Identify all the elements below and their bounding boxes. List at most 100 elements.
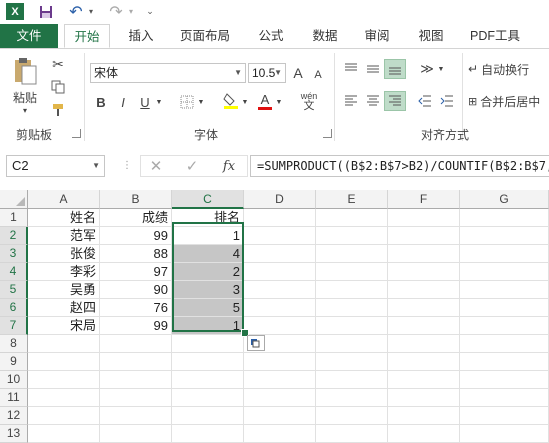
redo-icon[interactable]: ↷ bbox=[106, 3, 126, 21]
row-header[interactable]: 4 bbox=[0, 263, 28, 281]
merge-center-button[interactable]: ⊞ 合并后居中 bbox=[468, 91, 549, 111]
cell-b9[interactable] bbox=[100, 353, 172, 371]
row-header[interactable]: 11 bbox=[0, 389, 28, 407]
cell-d6[interactable] bbox=[244, 299, 316, 317]
increase-indent-icon[interactable] bbox=[436, 91, 458, 111]
enter-icon[interactable]: ✓ bbox=[180, 156, 204, 176]
cell-a2[interactable]: 范军 bbox=[28, 227, 100, 245]
cell-a6[interactable]: 赵四 bbox=[28, 299, 100, 317]
cell-d1[interactable] bbox=[244, 209, 316, 227]
cell-a9[interactable] bbox=[28, 353, 100, 371]
cell-c2[interactable]: 1 bbox=[172, 227, 244, 245]
row-header[interactable]: 8 bbox=[0, 335, 28, 353]
bold-button[interactable]: B bbox=[92, 93, 110, 111]
cell-b12[interactable] bbox=[100, 407, 172, 425]
tab-view[interactable]: 视图 bbox=[410, 24, 452, 48]
cell-f3[interactable] bbox=[388, 245, 460, 263]
cell-b10[interactable] bbox=[100, 371, 172, 389]
cell-g3[interactable] bbox=[460, 245, 549, 263]
column-header-b[interactable]: B bbox=[100, 190, 172, 209]
align-bottom-icon[interactable] bbox=[384, 59, 406, 79]
tab-formulas[interactable]: 公式 bbox=[250, 24, 292, 48]
underline-button[interactable]: U bbox=[136, 93, 154, 111]
cell-c1[interactable]: 排名 bbox=[172, 209, 244, 227]
cell-f1[interactable] bbox=[388, 209, 460, 227]
cell-e4[interactable] bbox=[316, 263, 388, 281]
insert-function-icon[interactable]: fx bbox=[216, 156, 242, 176]
tab-insert[interactable]: 插入 bbox=[118, 24, 164, 48]
align-left-icon[interactable] bbox=[340, 91, 362, 111]
cell-e13[interactable] bbox=[316, 425, 388, 443]
cell-g6[interactable] bbox=[460, 299, 549, 317]
cell-c5[interactable]: 3 bbox=[172, 281, 244, 299]
font-size-dropdown[interactable]: 10.5 ▼ bbox=[248, 63, 286, 83]
increase-font-size-icon[interactable]: A bbox=[290, 63, 306, 83]
row-header[interactable]: 5 bbox=[0, 281, 28, 299]
row-header[interactable]: 13 bbox=[0, 425, 28, 443]
cell-g13[interactable] bbox=[460, 425, 549, 443]
formula-input[interactable]: =SUMPRODUCT((B$2:B$7>B2)/COUNTIF(B$2:B$7… bbox=[250, 155, 549, 177]
paste-dropdown-icon[interactable]: ▾ bbox=[18, 105, 32, 115]
row-header[interactable]: 2 bbox=[0, 227, 28, 245]
orientation-icon[interactable]: ≫ bbox=[416, 59, 438, 79]
cell-g10[interactable] bbox=[460, 371, 549, 389]
cell-e7[interactable] bbox=[316, 317, 388, 335]
cell-f6[interactable] bbox=[388, 299, 460, 317]
select-all-corner[interactable] bbox=[0, 190, 28, 209]
tab-page-layout[interactable]: 页面布局 bbox=[172, 24, 238, 48]
undo-icon[interactable]: ↶ bbox=[66, 3, 86, 21]
tab-review[interactable]: 审阅 bbox=[356, 24, 398, 48]
cell-a12[interactable] bbox=[28, 407, 100, 425]
tab-pdf-tools[interactable]: PDF工具 bbox=[462, 24, 528, 48]
row-header[interactable]: 1 bbox=[0, 209, 28, 227]
cell-a8[interactable] bbox=[28, 335, 100, 353]
decrease-font-size-icon[interactable]: A bbox=[310, 65, 326, 85]
font-color-dropdown-icon[interactable]: ▼ bbox=[274, 93, 284, 111]
cell-d12[interactable] bbox=[244, 407, 316, 425]
redo-dropdown-icon[interactable]: ▾ bbox=[126, 3, 136, 20]
cell-a3[interactable]: 张俊 bbox=[28, 245, 100, 263]
cell-a10[interactable] bbox=[28, 371, 100, 389]
undo-dropdown-icon[interactable]: ▾ bbox=[86, 3, 96, 20]
cell-d5[interactable] bbox=[244, 281, 316, 299]
cancel-icon[interactable]: ✕ bbox=[144, 156, 168, 176]
cell-f9[interactable] bbox=[388, 353, 460, 371]
tab-home[interactable]: 开始 bbox=[64, 24, 110, 48]
cell-c7[interactable]: 1 bbox=[172, 317, 244, 335]
font-launcher-icon[interactable]: . bbox=[323, 129, 332, 138]
cell-a7[interactable]: 宋局 bbox=[28, 317, 100, 335]
cell-b1[interactable]: 成绩 bbox=[100, 209, 172, 227]
row-header[interactable]: 3 bbox=[0, 245, 28, 263]
cell-b3[interactable]: 88 bbox=[100, 245, 172, 263]
cell-e9[interactable] bbox=[316, 353, 388, 371]
align-center-icon[interactable] bbox=[362, 91, 384, 111]
fill-color-icon[interactable] bbox=[222, 91, 240, 111]
decrease-indent-icon[interactable] bbox=[414, 91, 436, 111]
cell-e8[interactable] bbox=[316, 335, 388, 353]
cell-c4[interactable]: 2 bbox=[172, 263, 244, 281]
cell-f2[interactable] bbox=[388, 227, 460, 245]
cell-g8[interactable] bbox=[460, 335, 549, 353]
cut-icon[interactable]: ✂ bbox=[48, 55, 68, 73]
cell-f8[interactable] bbox=[388, 335, 460, 353]
borders-dropdown-icon[interactable]: ▼ bbox=[196, 93, 206, 111]
cell-c13[interactable] bbox=[172, 425, 244, 443]
cell-g2[interactable] bbox=[460, 227, 549, 245]
cell-a4[interactable]: 李彩 bbox=[28, 263, 100, 281]
cell-g7[interactable] bbox=[460, 317, 549, 335]
cell-e2[interactable] bbox=[316, 227, 388, 245]
row-header[interactable]: 12 bbox=[0, 407, 28, 425]
cell-b7[interactable]: 99 bbox=[100, 317, 172, 335]
font-name-dropdown[interactable]: 宋体 ▼ bbox=[90, 63, 246, 83]
cell-c8[interactable] bbox=[172, 335, 244, 353]
cell-g11[interactable] bbox=[460, 389, 549, 407]
fill-color-dropdown-icon[interactable]: ▼ bbox=[240, 93, 250, 111]
cell-c10[interactable] bbox=[172, 371, 244, 389]
save-icon[interactable] bbox=[36, 3, 56, 20]
cell-d9[interactable] bbox=[244, 353, 316, 371]
cell-d10[interactable] bbox=[244, 371, 316, 389]
cell-e12[interactable] bbox=[316, 407, 388, 425]
cell-c6[interactable]: 5 bbox=[172, 299, 244, 317]
cell-e5[interactable] bbox=[316, 281, 388, 299]
cell-a5[interactable]: 吴勇 bbox=[28, 281, 100, 299]
